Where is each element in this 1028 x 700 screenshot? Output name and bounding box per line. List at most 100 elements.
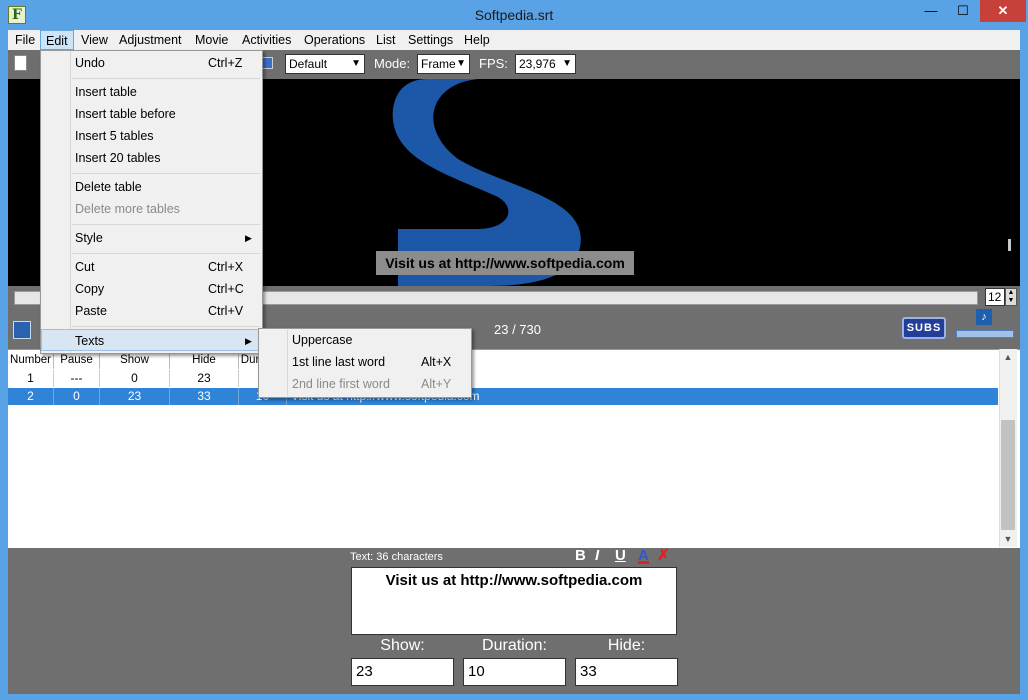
chevron-down-icon: ▼ [456,58,466,69]
column-header-show[interactable]: Show [100,352,170,369]
menu-activities[interactable]: Activities [237,30,296,50]
menu-separator [72,326,260,327]
menu-item-1st-line-last-word[interactable]: 1st line last word Alt+X [259,351,470,373]
chevron-right-icon: ▶ [245,336,252,346]
menu-item-insert-5-tables[interactable]: Insert 5 tables [41,125,261,147]
column-header-number[interactable]: Number [8,352,54,369]
volume-slider[interactable] [956,330,1014,338]
menu-item-shortcut: Ctrl+Z [208,56,243,70]
cell-number: 2 [8,388,54,405]
zoom-input[interactable]: 12 [985,288,1005,306]
menu-item-label: Delete more tables [75,202,180,216]
cell-show: 0 [100,370,170,387]
mode-select[interactable]: Frame ▼ [417,54,470,74]
new-file-icon[interactable] [14,55,27,71]
cell-pause: 0 [54,388,100,405]
menu-item-texts[interactable]: Texts ▶ [41,329,261,351]
chevron-down-icon: ▼ [351,58,361,69]
subtitle-color-swatch[interactable] [13,321,31,339]
hide-label: Hide: [607,637,646,654]
menu-separator [72,224,260,225]
cell-show: 23 [100,388,170,405]
menu-separator [72,253,260,254]
menu-edit[interactable]: Edit [40,30,74,50]
menu-item-style[interactable]: Style ▶ [41,227,261,249]
minimize-button[interactable]: — [914,0,948,22]
menu-item-insert-20-tables[interactable]: Insert 20 tables [41,147,261,169]
menu-operations[interactable]: Operations [299,30,370,50]
table-row[interactable]: 1 --- 0 23 [8,370,998,387]
zoom-spinner[interactable]: ▲ ▼ [1005,288,1017,306]
bold-button[interactable]: B [575,548,586,564]
menu-file[interactable]: File [10,30,40,50]
style-select-value: Default [289,57,328,71]
scroll-thumb[interactable] [1001,420,1015,530]
subs-button[interactable]: SUBS [902,317,946,339]
menu-item-label: Texts [75,334,105,348]
scroll-up-icon[interactable]: ▲ [999,352,1017,362]
title-bar[interactable]: F Softpedia.srt — ☐ ✕ [0,0,1028,30]
menu-item-label: Style [75,231,103,245]
duration-field[interactable]: 10 [463,658,566,686]
duration-label: Duration: [482,637,547,654]
menu-item-label: Insert table [75,85,137,99]
menu-item-label: Undo [75,56,105,70]
subtitle-text-editor[interactable]: Visit us at http://www.softpedia.com [351,567,677,635]
menu-item-paste[interactable]: Paste Ctrl+V [41,300,261,322]
menu-item-label: Cut [75,260,95,274]
menu-item-delete-more-tables: Delete more tables [41,198,261,220]
menu-item-label: Delete table [75,180,142,194]
menu-item-shortcut: Ctrl+X [208,260,244,274]
style-select[interactable]: Default ▼ [285,54,365,74]
show-label: Show: [380,637,425,654]
text-color-button[interactable]: A [638,548,649,564]
cell-pause: --- [54,370,100,387]
clear-format-button[interactable]: ✗ [657,548,670,564]
menu-item-label: Copy [75,282,105,296]
menu-help[interactable]: Help [459,30,495,50]
frame-counter: 23 / 730 [494,322,541,337]
video-subtitle-caption: Visit us at http://www.softpedia.com [376,251,634,275]
menu-item-shortcut: Alt+X [421,355,452,369]
menu-item-copy[interactable]: Copy Ctrl+C [41,278,261,300]
menu-list[interactable]: List [371,30,400,50]
column-header-pause[interactable]: Pause [54,352,100,369]
show-field[interactable]: 23 [351,658,454,686]
menu-item-insert-table[interactable]: Insert table [41,81,261,103]
menu-separator [72,78,260,79]
menu-item-uppercase[interactable]: Uppercase [259,329,470,351]
mode-select-value: Frame [421,57,456,71]
menu-item-shortcut: Ctrl+V [208,304,244,318]
menu-item-label: 2nd line first word [292,377,390,391]
menu-settings[interactable]: Settings [403,30,458,50]
cell-hide: 33 [170,388,239,405]
mode-label: Mode: [374,56,411,71]
cell-number: 1 [8,370,54,387]
menu-adjustment[interactable]: Adjustment [114,30,187,50]
editor-char-count: Text: 36 characters [350,551,443,563]
italic-button[interactable]: I [595,548,599,564]
menu-item-undo[interactable]: Undo Ctrl+Z [41,52,261,74]
maximize-button[interactable]: ☐ [946,0,980,22]
fps-select-value: 23,976 [519,57,556,71]
chevron-down-icon: ▼ [562,58,572,69]
menu-item-label: 1st line last word [292,355,386,369]
fps-select[interactable]: 23,976 ▼ [515,54,576,74]
menu-item-delete-table[interactable]: Delete table [41,176,261,198]
underline-button[interactable]: U [615,548,626,564]
menu-item-label: Uppercase [292,333,353,347]
chevron-right-icon: ▶ [245,233,252,243]
menu-item-label: Insert 5 tables [75,129,154,143]
speaker-icon[interactable]: ♪ [976,309,992,325]
menu-item-insert-table-before[interactable]: Insert table before [41,103,261,125]
hide-field[interactable]: 33 [575,658,678,686]
column-header-hide[interactable]: Hide [170,352,239,369]
close-button[interactable]: ✕ [980,0,1026,22]
menu-item-cut[interactable]: Cut Ctrl+X [41,256,261,278]
menu-movie[interactable]: Movie [190,30,233,50]
scroll-down-icon[interactable]: ▼ [999,534,1017,544]
menu-item-2nd-line-first-word: 2nd line first word Alt+Y [259,373,470,395]
cell-hide: 23 [170,370,239,387]
menu-view[interactable]: View [76,30,113,50]
table-row-selected[interactable]: 2 0 23 33 10 Visit us at http://www.soft… [8,388,998,405]
